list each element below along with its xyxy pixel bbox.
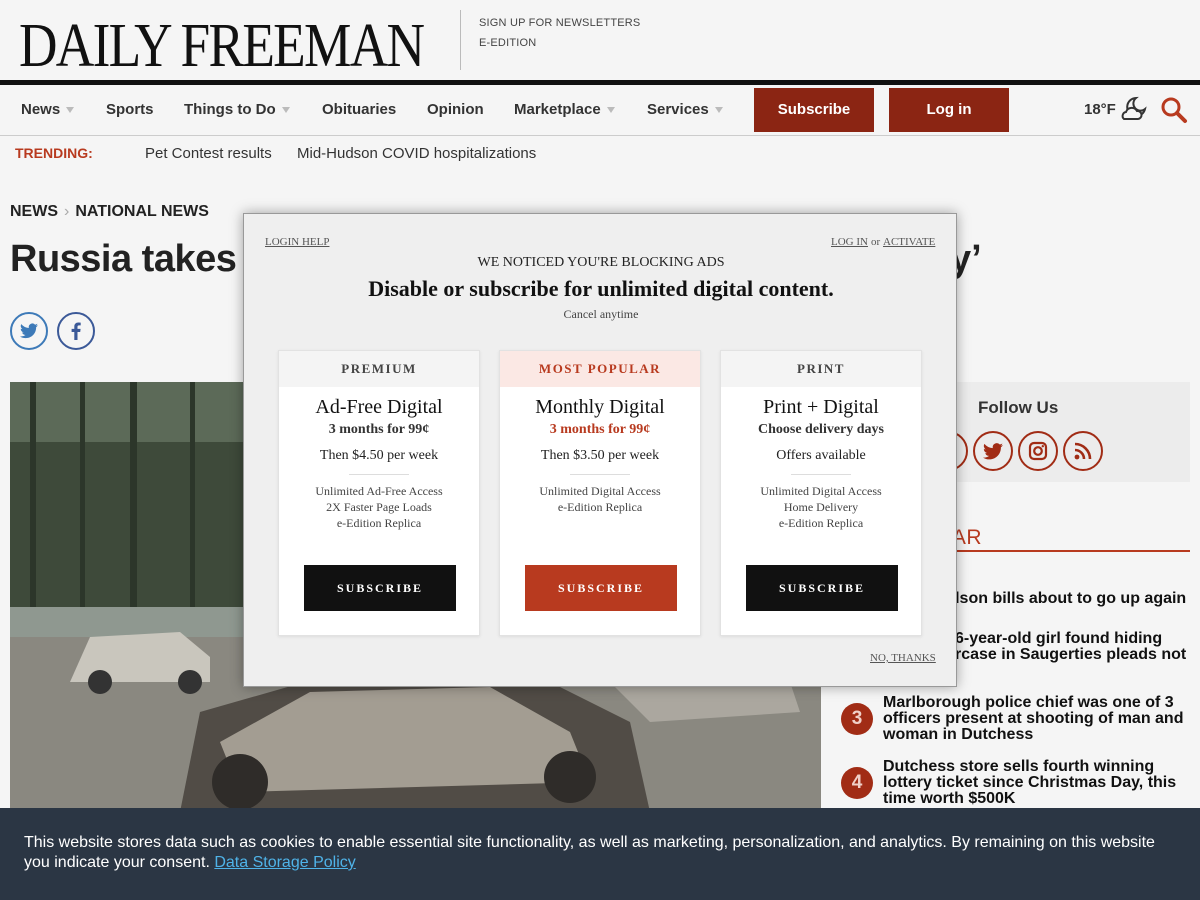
modal-or-text: or (871, 236, 881, 248)
article-headline: Russia takes a (10, 238, 268, 280)
chevron-right-icon: › (64, 203, 70, 220)
modal-cancel-note: Cancel anytime (563, 307, 639, 321)
data-storage-policy-link[interactable]: Data Storage Policy (214, 854, 355, 871)
no-thanks-link[interactable]: NO, THANKS (870, 652, 936, 664)
nav-sports[interactable]: Sports (106, 101, 154, 118)
plan-card-monthly: MOST POPULAR Monthly Digital 3 months fo… (499, 350, 701, 636)
share-twitter-button[interactable] (10, 312, 48, 350)
cookie-text: This website stores data such as cookies… (24, 833, 1174, 873)
header-divider (460, 10, 461, 70)
plan-name: Print + Digital (763, 396, 879, 418)
plan-price: Offers available (776, 448, 866, 463)
nav-services[interactable]: Services (647, 101, 723, 118)
rss-icon (1074, 442, 1092, 460)
popular-rank-3: 3 (841, 703, 873, 735)
chevron-down-icon (66, 107, 75, 114)
social-rss-button[interactable] (1063, 431, 1103, 471)
chevron-down-icon (714, 107, 723, 114)
popular-story-2[interactable]: 6-year-old girl found hiding rcase in Sa… (955, 631, 1190, 663)
subscribe-monthly-button[interactable]: SUBSCRIBE (525, 565, 677, 611)
breadcrumb-news[interactable]: NEWS (10, 203, 58, 220)
instagram-icon (1028, 441, 1048, 461)
subscribe-premium-button[interactable]: SUBSCRIBE (304, 565, 456, 611)
plan-feature: Unlimited Digital Access (539, 484, 661, 498)
plan-divider (349, 474, 409, 475)
social-twitter-button[interactable] (973, 431, 1013, 471)
popular-story-3[interactable]: Marlborough police chief was one of 3 of… (883, 695, 1188, 743)
plan-feature: e-Edition Replica (778, 516, 864, 530)
plan-card-premium: PREMIUM Ad-Free Digital 3 months for 99¢… (278, 350, 480, 636)
main-nav: News Sports Things to Do Obituaries Opin… (0, 85, 1200, 136)
search-icon[interactable] (1160, 96, 1188, 124)
plan-feature: e-Edition Replica (336, 516, 422, 530)
plan-offer: Choose delivery days (758, 422, 884, 437)
newsletter-signup-link[interactable]: SIGN UP FOR NEWSLETTERS (479, 13, 640, 33)
modal-login-link[interactable]: LOG IN (831, 236, 868, 248)
nav-marketplace-label: Marketplace (514, 101, 601, 118)
trending-bar: TRENDING: Pet Contest results Mid-Hudson… (0, 137, 1200, 171)
plan-tag: PRINT (721, 351, 921, 387)
trending-label: TRENDING: (15, 145, 93, 161)
plan-card-print: PRINT Print + Digital Choose delivery da… (720, 350, 922, 636)
plan-price: Then $4.50 per week (319, 448, 439, 463)
subscribe-print-button[interactable]: SUBSCRIBE (746, 565, 898, 611)
masthead: DAILY FREEMAN SIGN UP FOR NEWSLETTERS E-… (0, 0, 1200, 80)
plan-offer: 3 months for 99¢ (549, 422, 651, 437)
cookie-consent-banner: This website stores data such as cookies… (0, 808, 1200, 900)
breadcrumb-national-news[interactable]: NATIONAL NEWS (75, 203, 209, 220)
plan-name: Ad-Free Digital (315, 396, 443, 418)
modal-activate-link[interactable]: ACTIVATE (883, 236, 935, 248)
twitter-icon (983, 442, 1003, 459)
popular-rank-4: 4 (841, 767, 873, 799)
social-instagram-button[interactable] (1018, 431, 1058, 471)
nav-opinion[interactable]: Opinion (427, 101, 484, 118)
login-help-link[interactable]: LOGIN HELP (265, 236, 329, 248)
nav-sports-label: Sports (106, 101, 154, 118)
breadcrumb: NEWS › NATIONAL NEWS (10, 203, 209, 221)
plan-price: Then $3.50 per week (540, 448, 660, 463)
site-logo[interactable]: DAILY FREEMAN (19, 11, 425, 82)
plan-feature: Unlimited Digital Access (760, 484, 882, 498)
weather-temperature: 18°F (1084, 101, 1116, 118)
plan-tag: PREMIUM (279, 351, 479, 387)
subscribe-button[interactable]: Subscribe (754, 88, 874, 132)
plan-offer: 3 months for 99¢ (328, 422, 430, 437)
nav-things-to-do[interactable]: Things to Do (184, 101, 290, 118)
trending-link-pet-contest[interactable]: Pet Contest results (145, 145, 272, 162)
plan-feature: Unlimited Ad-Free Access (315, 484, 443, 498)
e-edition-link[interactable]: E-EDITION (479, 33, 640, 53)
plan-feature: 2X Faster Page Loads (326, 500, 432, 514)
plan-divider (570, 474, 630, 475)
follow-us-title: Follow Us (978, 398, 1059, 417)
plan-name: Monthly Digital (535, 396, 665, 418)
adblock-subscribe-modal: LOGIN HELP LOG IN or ACTIVATE WE NOTICED… (243, 213, 957, 687)
chevron-down-icon (606, 107, 615, 114)
plan-feature: Home Delivery (783, 500, 859, 514)
nav-marketplace[interactable]: Marketplace (514, 101, 615, 118)
nav-obituaries-label: Obituaries (322, 101, 397, 118)
plan-feature: e-Edition Replica (557, 500, 643, 514)
nav-things-to-do-label: Things to Do (184, 101, 276, 118)
nav-news[interactable]: News (21, 101, 75, 118)
header-links: SIGN UP FOR NEWSLETTERS E-EDITION (479, 13, 640, 53)
share-facebook-button[interactable] (57, 312, 95, 350)
facebook-icon (71, 322, 81, 340)
partly-cloudy-night-icon (1121, 96, 1147, 120)
plan-tag: MOST POPULAR (500, 351, 700, 387)
chevron-down-icon (281, 107, 290, 114)
trending-link-covid[interactable]: Mid-Hudson COVID hospitalizations (297, 145, 536, 162)
nav-services-label: Services (647, 101, 709, 118)
nav-obituaries[interactable]: Obituaries (322, 101, 396, 118)
plan-divider (791, 474, 851, 475)
nav-opinion-label: Opinion (427, 101, 484, 118)
nav-news-label: News (21, 101, 61, 118)
popular-story-4[interactable]: Dutchess store sells fourth winning lott… (883, 759, 1188, 807)
modal-kicker: WE NOTICED YOU'RE BLOCKING ADS (477, 255, 725, 270)
login-button[interactable]: Log in (889, 88, 1009, 132)
cookie-message: This website stores data such as cookies… (24, 834, 1155, 871)
popular-story-1[interactable]: udson bills about to go up again (940, 591, 1190, 607)
modal-title: Disable or subscribe for unlimited digit… (368, 276, 834, 301)
twitter-icon (20, 323, 38, 339)
